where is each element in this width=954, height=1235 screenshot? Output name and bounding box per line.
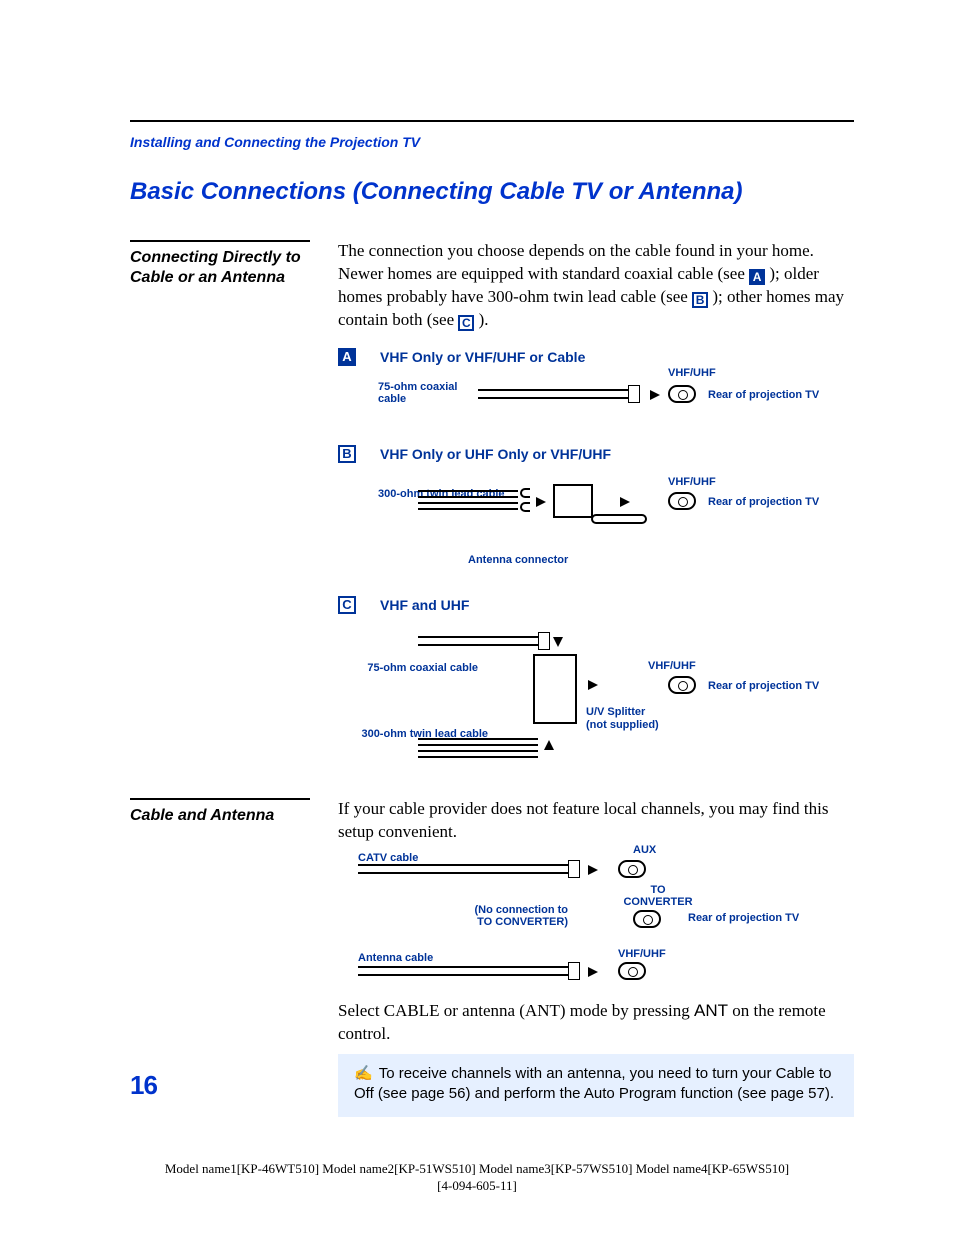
footer: Model name1[KP-46WT510] Model name2[KP-5… bbox=[0, 1161, 954, 1195]
port-vhfuhf-icon bbox=[618, 962, 646, 980]
note-text: To receive channels with an antenna, you… bbox=[354, 1065, 834, 1102]
chip-c-inline: C bbox=[458, 315, 474, 331]
diagram-a: A VHF Only or VHF/UHF or Cable 75-ohm co… bbox=[338, 348, 854, 429]
side-rule bbox=[130, 798, 310, 800]
arrow-up-icon bbox=[544, 740, 554, 750]
intro-paragraph: The connection you choose depends on the… bbox=[338, 240, 854, 332]
uv-splitter-box-icon bbox=[533, 654, 577, 724]
diagram-c-label-rear: Rear of projection TV bbox=[708, 680, 819, 692]
diagram-b-label-rear: Rear of projection TV bbox=[708, 496, 819, 508]
label-vhfuhf: VHF/UHF bbox=[618, 948, 666, 960]
port-converter-icon bbox=[633, 910, 661, 928]
side-heading-2: Cable and Antenna bbox=[130, 806, 310, 826]
label-antenna-cable: Antenna cable bbox=[358, 952, 433, 964]
diagram-b-body: 300-ohm twin lead cable VHF/UHF Rear of … bbox=[358, 470, 854, 580]
chip-b-inline: B bbox=[692, 292, 708, 308]
port-icon bbox=[668, 676, 696, 694]
chapter-crumb: Installing and Connecting the Projection… bbox=[130, 134, 854, 150]
port-aux-icon bbox=[618, 860, 646, 878]
diagram-c-label-splitter: U/V Splitter (not supplied) bbox=[586, 706, 666, 730]
diagram-a-label-port: VHF/UHF bbox=[668, 367, 716, 379]
arrow-right-icon bbox=[588, 865, 598, 875]
label-to-converter: TO CONVERTER bbox=[618, 884, 698, 908]
diagram-a-label-rear: Rear of projection TV bbox=[708, 389, 819, 401]
arrow-right-icon bbox=[536, 497, 546, 507]
coax-cable-icon bbox=[478, 389, 628, 399]
screwdriver-icon bbox=[591, 514, 647, 524]
para2-text-a: Select CABLE or antenna (ANT) mode by pr… bbox=[338, 1001, 694, 1020]
chip-a-inline: A bbox=[749, 269, 765, 285]
footer-line-2: [4-094-605-11] bbox=[0, 1178, 954, 1195]
diagram-a-header: A VHF Only or VHF/UHF or Cable bbox=[338, 348, 854, 367]
diagram-a-chip: A bbox=[338, 348, 356, 366]
f-connector-icon bbox=[628, 385, 640, 403]
f-connector-icon bbox=[538, 632, 550, 650]
label-aux: AUX bbox=[633, 844, 656, 856]
diagram-c-label-coax: 75-ohm coaxial cable bbox=[358, 662, 478, 674]
coax-cable-icon bbox=[358, 864, 568, 874]
page: Installing and Connecting the Projection… bbox=[0, 0, 954, 1235]
diagram-c-body: 75-ohm coaxial cable U/V Splitter (not s… bbox=[358, 620, 854, 770]
side-col: Cable and Antenna bbox=[130, 798, 310, 826]
label-rear: Rear of projection TV bbox=[688, 912, 799, 924]
diagram-b-label-connector: Antenna connector bbox=[468, 554, 568, 566]
diagram-c-header: C VHF and UHF bbox=[338, 596, 854, 615]
antenna-connector-box-icon bbox=[553, 484, 593, 518]
coax-cable-icon bbox=[358, 966, 568, 976]
f-connector-icon bbox=[568, 860, 580, 878]
label-no-connection: (No connection to TO CONVERTER) bbox=[458, 904, 568, 928]
diagram-b-label-port: VHF/UHF bbox=[668, 476, 716, 488]
intro-text-4: ). bbox=[479, 310, 489, 329]
section2-para2: Select CABLE or antenna (ANT) mode by pr… bbox=[338, 1000, 854, 1046]
arrow-down-icon bbox=[553, 637, 563, 647]
page-title: Basic Connections (Connecting Cable TV o… bbox=[130, 178, 854, 206]
arrow-right-icon bbox=[650, 390, 660, 400]
f-connector-icon bbox=[568, 962, 580, 980]
diagram-c-title: VHF and UHF bbox=[380, 596, 469, 615]
label-catv: CATV cable bbox=[358, 852, 418, 864]
arrow-right-icon bbox=[588, 680, 598, 690]
twin-lead-icon bbox=[418, 738, 538, 758]
side-rule bbox=[130, 240, 310, 242]
diagram-cable-antenna: CATV cable AUX TO CONVERTER (No connecti… bbox=[338, 844, 854, 994]
fork-icon bbox=[520, 502, 530, 512]
diagram-a-title: VHF Only or VHF/UHF or Cable bbox=[380, 348, 585, 367]
top-rule bbox=[130, 120, 854, 122]
note-box: To receive channels with an antenna, you… bbox=[338, 1054, 854, 1117]
intro-text-1: The connection you choose depends on the… bbox=[338, 241, 814, 283]
diagram-a-label-cable: 75-ohm coaxial cable bbox=[378, 381, 468, 405]
section-connecting-directly: Connecting Directly to Cable or an Anten… bbox=[130, 240, 854, 770]
diagram-b-title: VHF Only or UHF Only or VHF/UHF bbox=[380, 445, 611, 464]
diagram-c-chip: C bbox=[338, 596, 356, 614]
main-col-1: The connection you choose depends on the… bbox=[338, 240, 854, 770]
section-cable-and-antenna: Cable and Antenna If your cable provider… bbox=[130, 798, 854, 1116]
page-number: 16 bbox=[130, 1070, 157, 1101]
arrow-right-icon bbox=[588, 967, 598, 977]
diagram-a-body: 75-ohm coaxial cable VHF/UHF Rear of pro… bbox=[358, 373, 854, 429]
diagram-c: C VHF and UHF 75-ohm coaxial cable U/V S… bbox=[338, 596, 854, 771]
fork-icon bbox=[520, 488, 530, 498]
arrow-right-icon bbox=[620, 497, 630, 507]
port-icon bbox=[668, 385, 696, 403]
diagram-b: B VHF Only or UHF Only or VHF/UHF 300-oh… bbox=[338, 445, 854, 580]
coax-cable-icon bbox=[418, 636, 538, 646]
side-heading-1: Connecting Directly to Cable or an Anten… bbox=[130, 248, 310, 288]
diagram-c-label-port: VHF/UHF bbox=[648, 660, 696, 672]
port-icon bbox=[668, 492, 696, 510]
footer-line-1: Model name1[KP-46WT510] Model name2[KP-5… bbox=[0, 1161, 954, 1178]
ant-key-label: ANT bbox=[694, 1001, 728, 1020]
note-icon bbox=[354, 1065, 379, 1082]
main-col-2: If your cable provider does not feature … bbox=[338, 798, 854, 1116]
diagram-b-chip: B bbox=[338, 445, 356, 463]
section2-para1: If your cable provider does not feature … bbox=[338, 798, 854, 844]
side-col: Connecting Directly to Cable or an Anten… bbox=[130, 240, 310, 288]
diagram-b-header: B VHF Only or UHF Only or VHF/UHF bbox=[338, 445, 854, 464]
twin-lead-icon bbox=[418, 490, 518, 510]
